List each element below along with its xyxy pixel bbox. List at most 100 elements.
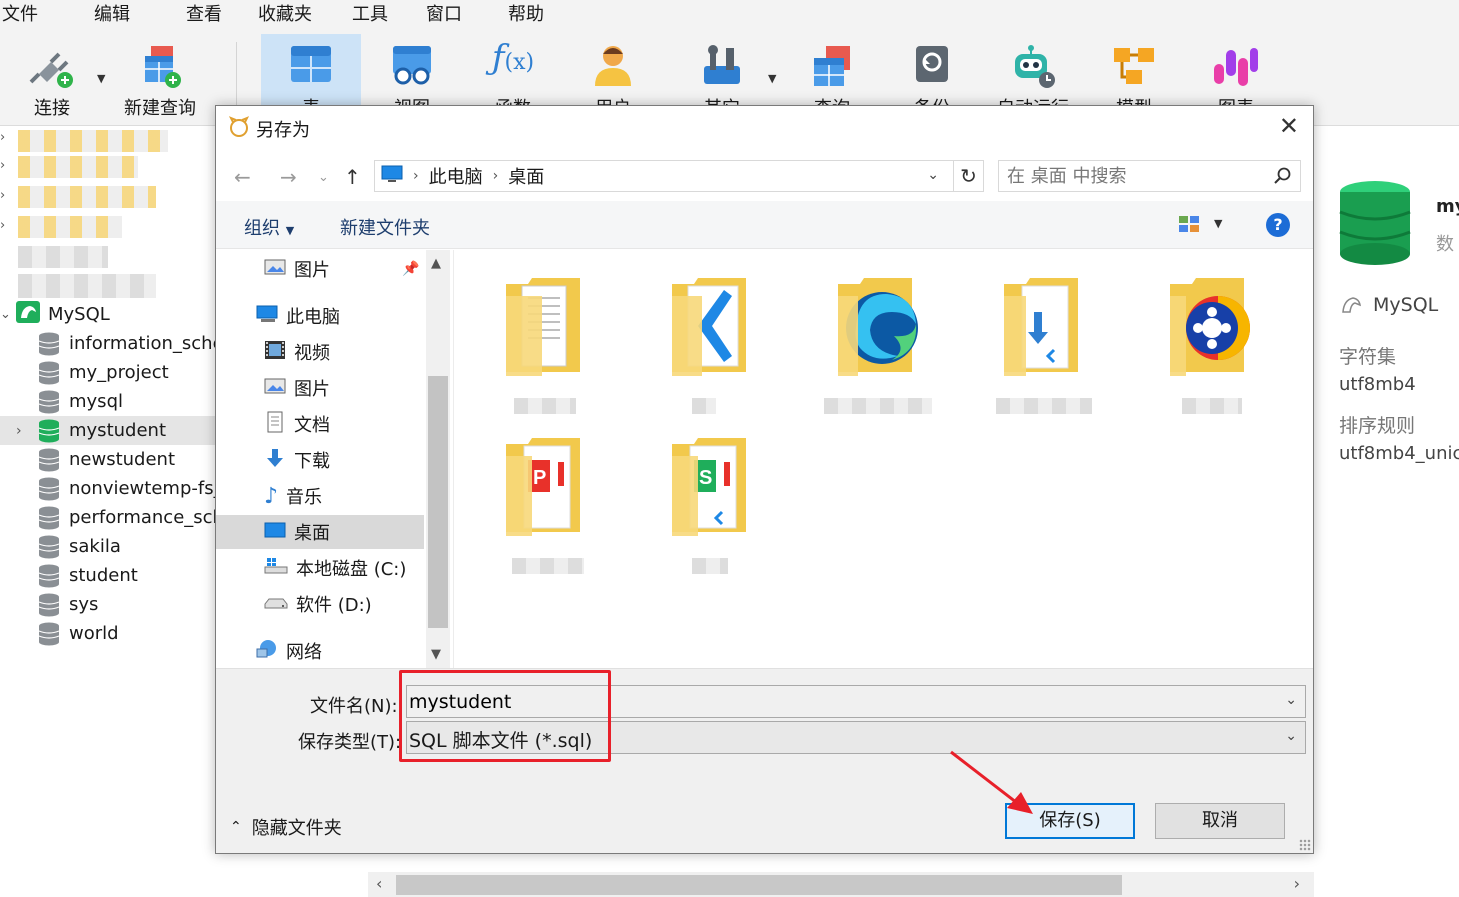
connect-button[interactable]: 连接 xyxy=(2,36,102,122)
pictures-icon xyxy=(264,258,286,281)
recent-dropdown-icon[interactable]: ⌄ xyxy=(318,170,329,185)
view-dropdown-icon[interactable]: ▼ xyxy=(1214,217,1222,230)
folder-item[interactable] xyxy=(824,272,954,422)
nav-this-pc[interactable]: 此电脑 xyxy=(216,299,424,333)
database-row[interactable]: performance_sch xyxy=(0,503,218,532)
redacted-connection[interactable] xyxy=(18,274,156,298)
breadcrumb-separator-icon[interactable]: › xyxy=(493,168,499,184)
nav-music[interactable]: ♪ 音乐 xyxy=(216,479,424,513)
view-mode-icon[interactable] xyxy=(1178,215,1200,238)
database-row[interactable]: sys xyxy=(0,590,218,619)
menu-window[interactable]: 窗口 xyxy=(416,0,472,30)
menu-file[interactable]: 文件 xyxy=(0,0,48,30)
connect-dropdown-icon[interactable]: ▼ xyxy=(97,72,105,85)
folder-item[interactable] xyxy=(668,272,788,422)
database-row[interactable]: sakila xyxy=(0,532,218,561)
expanded-chevron-icon[interactable]: ⌄ xyxy=(0,307,16,322)
help-icon[interactable]: ? xyxy=(1266,213,1290,237)
scroll-down-icon[interactable]: ▼ xyxy=(431,647,441,662)
redacted-connection[interactable] xyxy=(18,186,156,208)
organize-button[interactable]: 组织 ▼ xyxy=(244,214,294,240)
nav-videos[interactable]: 视频 xyxy=(216,335,424,369)
scrollbar-thumb[interactable] xyxy=(428,376,448,628)
tree-chevron-icon[interactable]: › xyxy=(0,188,5,203)
hide-folders-label: 隐藏文件夹 xyxy=(251,818,342,839)
pictures-icon xyxy=(264,377,286,400)
redacted-connection[interactable] xyxy=(18,216,122,238)
horizontal-scrollbar[interactable]: ‹ › xyxy=(368,872,1314,897)
redacted-connection[interactable] xyxy=(18,246,108,268)
query-icon xyxy=(810,44,854,93)
folder-item[interactable]: S xyxy=(668,432,788,582)
database-row[interactable]: mysql xyxy=(0,387,218,416)
nav-network[interactable]: 网络 xyxy=(216,634,424,668)
user-icon xyxy=(593,44,633,93)
save-options-panel: 文件名(N): ⌄ 保存类型(T): SQL 脚本文件 (*.sql) ⌄ ⌃ … xyxy=(216,668,1313,853)
nav-documents[interactable]: 文档 xyxy=(216,407,424,441)
redacted-filename xyxy=(692,398,716,414)
resize-grip-icon[interactable] xyxy=(1299,839,1311,851)
database-icon xyxy=(38,448,60,471)
database-row[interactable]: my_project xyxy=(0,358,218,387)
nav-label: 此电脑 xyxy=(286,307,340,328)
database-row-selected[interactable]: › mystudent xyxy=(0,416,218,445)
nav-software-disk[interactable]: 软件 (D:) xyxy=(216,587,424,621)
tree-connection-mysql[interactable]: ⌄ MySQL xyxy=(0,300,218,329)
menu-edit[interactable]: 编辑 xyxy=(84,0,140,30)
connection-label: MySQL xyxy=(48,304,110,325)
scrollbar-thumb[interactable] xyxy=(396,875,1122,895)
other-dropdown-icon[interactable]: ▼ xyxy=(768,72,776,85)
folder-item[interactable] xyxy=(1166,272,1286,422)
forward-arrow-icon[interactable]: → xyxy=(280,165,297,189)
nav-downloads[interactable]: 下载 xyxy=(216,443,424,477)
folder-item[interactable]: P xyxy=(502,432,622,582)
database-row[interactable]: world xyxy=(0,619,218,648)
cancel-button[interactable]: 取消 xyxy=(1155,803,1285,839)
new-query-button[interactable]: 新建查询 xyxy=(110,36,210,122)
address-bar[interactable]: › 此电脑 › 桌面 ⌄ ↻ xyxy=(374,160,984,192)
organize-label: 组织 xyxy=(244,218,280,239)
scroll-up-icon[interactable]: ▲ xyxy=(431,256,441,271)
address-dropdown-icon[interactable]: ⌄ xyxy=(927,167,939,183)
menu-favorites[interactable]: 收藏夹 xyxy=(248,0,322,30)
refresh-icon[interactable]: ↻ xyxy=(953,161,983,191)
up-arrow-icon[interactable]: ↑ xyxy=(344,165,361,189)
close-icon[interactable]: ✕ xyxy=(1279,112,1299,140)
nav-desktop[interactable]: 桌面 xyxy=(216,515,424,549)
hide-folders-toggle[interactable]: ⌃ 隐藏文件夹 xyxy=(230,814,342,840)
search-icon[interactable] xyxy=(1272,166,1292,186)
nav-pictures-pinned[interactable]: 图片 📌 xyxy=(216,252,424,286)
database-row[interactable]: information_sche xyxy=(0,329,218,358)
redacted-connection[interactable] xyxy=(18,130,168,152)
scroll-left-icon[interactable]: ‹ xyxy=(376,874,382,893)
nav-local-disk[interactable]: 本地磁盘 (C:) xyxy=(216,551,424,585)
tree-chevron-icon[interactable]: › xyxy=(0,158,5,173)
database-label: mystudent xyxy=(69,420,166,441)
back-arrow-icon[interactable]: ← xyxy=(234,165,251,189)
menu-view[interactable]: 查看 xyxy=(176,0,232,30)
tree-chevron-icon[interactable]: › xyxy=(0,218,5,233)
tree-chevron-icon[interactable]: › xyxy=(0,130,5,145)
menu-help[interactable]: 帮助 xyxy=(498,0,554,30)
new-folder-button[interactable]: 新建文件夹 xyxy=(340,214,430,240)
database-row[interactable]: nonviewtemp-fs_ xyxy=(0,474,218,503)
folder-item[interactable] xyxy=(996,272,1120,422)
collapsed-chevron-icon[interactable]: › xyxy=(16,423,30,439)
search-box[interactable] xyxy=(998,160,1301,192)
redacted-connection[interactable] xyxy=(18,156,138,178)
pin-icon[interactable]: 📌 xyxy=(402,261,419,277)
scroll-right-icon[interactable]: › xyxy=(1294,874,1300,893)
breadcrumb-desktop[interactable]: 桌面 xyxy=(508,163,544,189)
chevron-up-icon: ⌃ xyxy=(230,819,242,835)
database-row[interactable]: student xyxy=(0,561,218,590)
database-row[interactable]: newstudent xyxy=(0,445,218,474)
filename-dropdown-icon[interactable]: ⌄ xyxy=(1285,692,1297,708)
breadcrumb-this-pc[interactable]: 此电脑 xyxy=(429,163,483,189)
nav-pane-scrollbar[interactable]: ▲ ▼ xyxy=(426,250,450,668)
search-input[interactable] xyxy=(1007,164,1267,188)
nav-pictures[interactable]: 图片 xyxy=(216,371,424,405)
menu-tools[interactable]: 工具 xyxy=(342,0,398,30)
savetype-dropdown-icon[interactable]: ⌄ xyxy=(1285,728,1297,744)
function-icon: ƒ(x) xyxy=(491,38,535,78)
folder-item[interactable] xyxy=(502,272,622,422)
